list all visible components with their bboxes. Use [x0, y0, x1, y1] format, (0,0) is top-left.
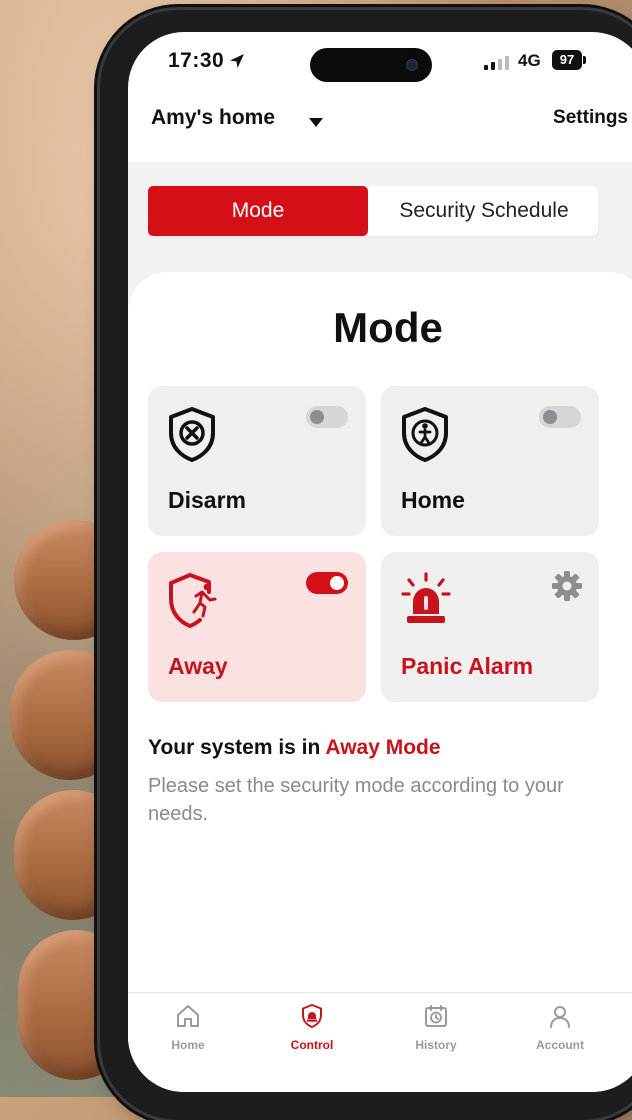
location-arrow-icon	[228, 52, 246, 75]
nav-label: History	[415, 1038, 457, 1052]
home-selector[interactable]: Amy's home	[151, 106, 275, 130]
nav-item-control[interactable]: Control	[257, 1003, 367, 1052]
toggle-knob	[330, 576, 344, 590]
nav-label: Account	[536, 1038, 584, 1052]
battery-icon: 97	[552, 50, 586, 70]
mode-card-disarm[interactable]: Disarm	[148, 386, 366, 536]
shield-x-icon	[166, 406, 218, 467]
account-icon	[547, 1006, 573, 1033]
away-toggle[interactable]	[306, 572, 348, 594]
mode-card-away[interactable]: Away	[148, 552, 366, 702]
mode-card-home[interactable]: Home	[381, 386, 599, 536]
nav-item-home[interactable]: Home	[133, 1003, 243, 1052]
mode-label: Away	[168, 653, 228, 679]
section-title: Mode	[333, 304, 443, 351]
control-shield-icon	[299, 1004, 325, 1033]
settings-link[interactable]: Settings	[553, 107, 628, 129]
tab-security-schedule[interactable]: Security Schedule	[370, 186, 598, 236]
network-type: 4G	[518, 51, 541, 70]
toggle-knob	[543, 410, 557, 424]
nav-label: Home	[171, 1038, 205, 1052]
nav-label: Control	[290, 1038, 334, 1052]
siren-icon	[399, 572, 453, 633]
chevron-down-icon[interactable]	[308, 116, 324, 134]
nav-item-history[interactable]: History	[381, 1003, 491, 1052]
signal-icon	[484, 56, 512, 75]
tab-mode[interactable]: Mode	[148, 186, 368, 236]
history-icon	[423, 1005, 449, 1033]
bottom-navigation: Home Control History Account	[128, 992, 632, 1092]
dynamic-island	[310, 48, 432, 82]
shield-person-icon	[399, 406, 451, 467]
top-navigation: Amy's home Settings	[128, 104, 632, 152]
gear-icon[interactable]	[551, 570, 583, 607]
camera-icon	[406, 59, 418, 71]
mode-label: Disarm	[168, 487, 246, 513]
phone-frame: 17:30 4G 97 Amy's home Settings Mode Sec…	[100, 10, 632, 1120]
status-mode: Away Mode	[325, 736, 441, 759]
mode-card-panic-alarm[interactable]: Panic Alarm	[381, 552, 599, 702]
status-time: 17:30	[168, 49, 225, 72]
mode-hint: Please set the security mode according t…	[148, 775, 564, 825]
segmented-tabs: Mode Security Schedule	[148, 186, 598, 236]
app-screen: 17:30 4G 97 Amy's home Settings Mode Sec…	[128, 32, 632, 1092]
disarm-toggle[interactable]	[306, 406, 348, 428]
status-bar: 17:30 4G 97	[128, 32, 632, 92]
home-toggle[interactable]	[539, 406, 581, 428]
system-status: Your system is in Away Mode	[148, 736, 441, 760]
home-icon	[175, 1005, 201, 1033]
shield-running-icon	[166, 572, 220, 633]
mode-label: Home	[401, 487, 465, 513]
toggle-knob	[310, 410, 324, 424]
mode-label: Panic Alarm	[401, 653, 534, 679]
status-prefix: Your system is in	[148, 736, 321, 759]
nav-item-account[interactable]: Account	[505, 1003, 615, 1052]
